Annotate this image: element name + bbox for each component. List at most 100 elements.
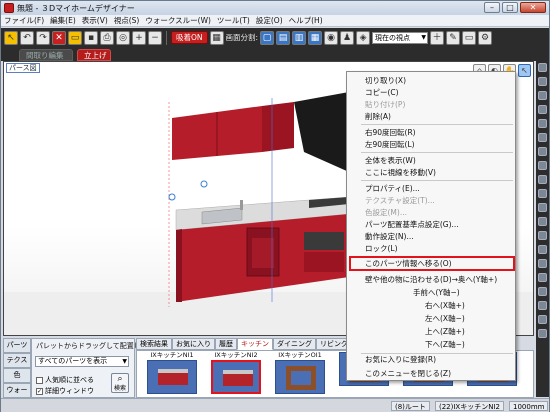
tool-icon[interactable] (538, 315, 547, 324)
split-single-icon[interactable]: ▢ (260, 30, 275, 45)
tab-kitchen[interactable]: キッチン (237, 338, 273, 350)
menu-lock[interactable]: ロック(L) (365, 244, 398, 254)
side-tab-color[interactable]: 色 (3, 368, 31, 383)
side-tab-texture[interactable]: テクスチャ (3, 353, 31, 377)
part-thumbnail[interactable]: IXキッチンOI1 (269, 351, 331, 397)
redo-icon[interactable]: ↷ (36, 30, 50, 45)
tab-search-results[interactable]: 検索結果 (136, 338, 172, 350)
undo-icon[interactable]: ↶ (20, 30, 34, 45)
tool-icon[interactable] (538, 231, 547, 240)
tool-icon[interactable] (538, 273, 547, 282)
open-folder-icon[interactable]: ▭ (68, 30, 82, 45)
tool-icon[interactable] (538, 91, 547, 100)
menu-align-left[interactable]: 左へ(X軸−) (425, 314, 465, 324)
camera-icon[interactable]: ◉ (324, 30, 339, 45)
tool-icon[interactable] (538, 203, 547, 212)
tool-icon[interactable] (538, 217, 547, 226)
tab-favorites[interactable]: お気に入り (172, 338, 215, 350)
grid-icon[interactable]: ▦ (209, 30, 224, 45)
menu-copy[interactable]: コピー(C) (365, 88, 399, 98)
delete-icon[interactable]: ✕ (52, 30, 66, 45)
tool-icon[interactable] (538, 77, 547, 86)
tool-icon[interactable] (538, 133, 547, 142)
tool-icon[interactable] (538, 119, 547, 128)
part-thumbnail[interactable]: IXキッチンNI2 (205, 351, 267, 397)
popular-sort-checkbox[interactable]: 人気順に並べる (36, 375, 94, 385)
search-button[interactable]: ⌕ 検索 (111, 373, 129, 393)
tool-icon[interactable] (538, 147, 547, 156)
window-icon[interactable]: ▭ (462, 30, 477, 45)
menu-properties[interactable]: プロパティ(E)... (365, 184, 420, 194)
parts-filter-select[interactable]: すべてのパーツを表示 (35, 356, 129, 367)
menu-tools[interactable]: ツール(T) (214, 15, 253, 26)
menu-align-back[interactable]: 壁や他の物に沿わせる(D)→奥へ(Y軸+) (365, 275, 497, 285)
tool-icon[interactable] (538, 301, 547, 310)
snap-on-button[interactable]: 吸着ON (171, 31, 208, 44)
tool-icon[interactable] (538, 259, 547, 268)
menu-viewpoint[interactable]: 視点(S) (111, 15, 143, 26)
menu-edit[interactable]: 編集(E) (47, 15, 79, 26)
minimize-button[interactable]: – (484, 2, 500, 13)
menu-file[interactable]: ファイル(F) (1, 15, 47, 26)
viewpoint-icon[interactable]: ◈ (356, 30, 371, 45)
tool-icon[interactable] (538, 175, 547, 184)
menu-show-all[interactable]: 全体を表示(W) (365, 156, 416, 166)
menu-move-view-here[interactable]: ここに視線を移動(V) (365, 168, 436, 178)
tab-raise[interactable]: 立上げ (77, 49, 111, 61)
menu-rotate-left[interactable]: 左90度回転(L) (365, 140, 415, 150)
menu-add-favorite[interactable]: お気に入りに登録(R) (365, 355, 436, 365)
checkbox-box[interactable]: ✓ (36, 387, 43, 395)
menu-action-settings[interactable]: 動作設定(N)... (365, 232, 414, 242)
select-arrow-icon[interactable]: ↖ (518, 64, 531, 77)
tool-icon[interactable] (538, 63, 547, 72)
fit-view-icon[interactable]: ◎ (116, 30, 130, 45)
menu-view[interactable]: 表示(V) (79, 15, 111, 26)
part-thumbnail[interactable]: IXキッチンNI1 (141, 351, 203, 397)
menu-anchor-settings[interactable]: パーツ配置基準点設定(G)... (365, 220, 459, 230)
menu-walkthrough[interactable]: ウォークスルー(W) (142, 15, 214, 26)
menu-rotate-right[interactable]: 右90度回転(R) (365, 128, 416, 138)
side-tab-parts[interactable]: パーツ (3, 338, 31, 353)
tool-icon[interactable] (538, 329, 547, 338)
range-hood[interactable] (294, 92, 349, 172)
tab-history[interactable]: 履歴 (215, 338, 237, 350)
measure-icon[interactable]: ✎ (446, 30, 461, 45)
walk-icon[interactable]: ♟ (340, 30, 355, 45)
menu-help[interactable]: ヘルプ(H) (286, 15, 326, 26)
tool-icon[interactable] (538, 287, 547, 296)
tool-icon[interactable] (538, 161, 547, 170)
menu-align-front[interactable]: 手前へ(Y軸−) (413, 288, 460, 298)
menu-close[interactable]: このメニューを閉じる(Z) (365, 369, 451, 379)
checkbox-box[interactable] (36, 376, 43, 384)
pointer-icon[interactable]: ↖ (4, 30, 18, 45)
zoom-in-icon[interactable]: + (132, 30, 146, 45)
tool-icon[interactable] (538, 189, 547, 198)
split-horizontal-icon[interactable]: ▤ (276, 30, 291, 45)
save-icon[interactable]: ▪ (84, 30, 98, 45)
rotate-handle[interactable] (168, 193, 176, 201)
rotate-handle[interactable] (200, 180, 208, 188)
viewpoint-add-icon[interactable]: ＋ (430, 30, 445, 45)
viewpoint-select[interactable]: 現在の視点 (372, 31, 429, 44)
split-vertical-icon[interactable]: ▥ (292, 30, 307, 45)
tool-icon[interactable] (538, 105, 547, 114)
upper-cabinet-right[interactable] (262, 102, 294, 152)
close-button[interactable]: ✕ (520, 2, 546, 13)
zoom-out-icon[interactable]: − (148, 30, 162, 45)
menu-cut[interactable]: 切り取り(X) (365, 76, 406, 86)
menu-align-up[interactable]: 上へ(Z軸+) (425, 327, 465, 337)
maximize-button[interactable]: □ (502, 2, 518, 13)
menu-align-right[interactable]: 右へ(X軸+) (425, 301, 465, 311)
tab-floor-edit[interactable]: 間取り編集 (19, 49, 73, 61)
menu-delete[interactable]: 削除(A) (365, 112, 391, 122)
tab-dining[interactable]: ダイニング (273, 338, 316, 350)
oven[interactable] (304, 232, 344, 250)
menu-align-down[interactable]: 下へ(Z軸−) (425, 340, 465, 350)
print-icon[interactable]: ⎙ (100, 30, 114, 45)
settings-icon[interactable]: ⚙ (478, 30, 493, 45)
detail-window-checkbox[interactable]: ✓ 詳細ウィンドウ (36, 386, 94, 396)
menu-go-to-part-info[interactable]: このパーツ情報へ移る(O) (365, 259, 452, 269)
tool-icon[interactable] (538, 245, 547, 254)
side-tab-walk[interactable]: ウォーク (3, 383, 31, 407)
menu-settings[interactable]: 設定(O) (253, 15, 286, 26)
